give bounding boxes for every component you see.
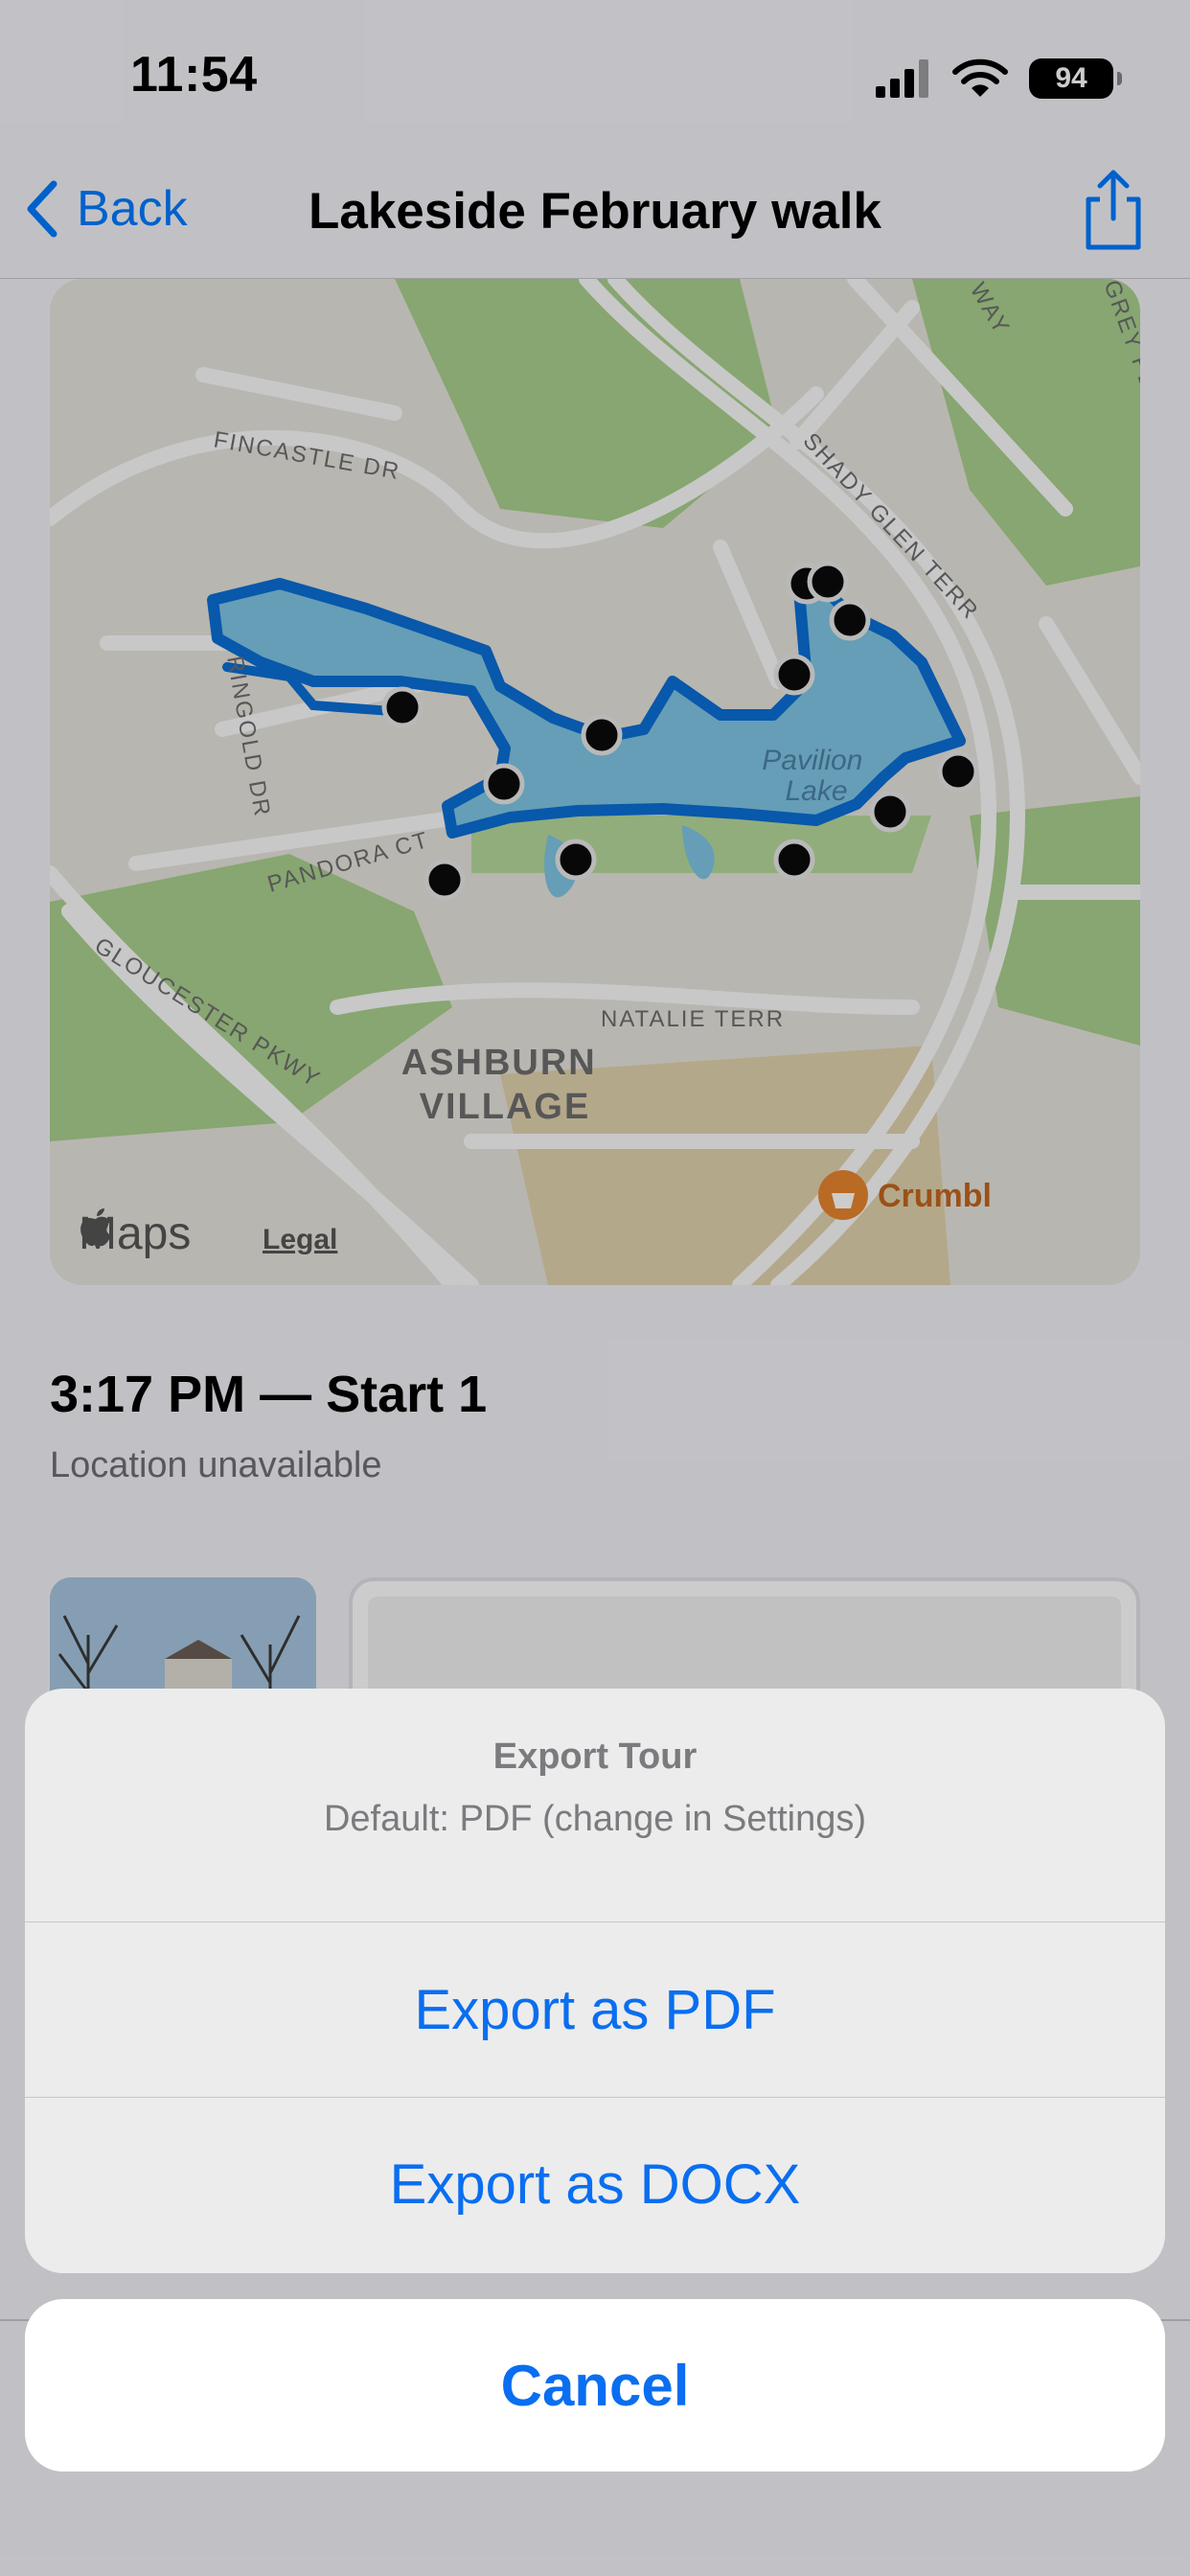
action-sheet-header: Export Tour Default: PDF (change in Sett… [25, 1689, 1165, 1922]
export-docx-button[interactable]: Export as DOCX [25, 2097, 1165, 2271]
export-pdf-button[interactable]: Export as PDF [25, 1922, 1165, 2097]
action-sheet-title: Export Tour [492, 1736, 698, 1777]
export-action-sheet: Export Tour Default: PDF (change in Sett… [25, 1689, 1165, 2273]
cancel-button[interactable]: Cancel [25, 2299, 1165, 2472]
action-sheet-subtitle: Default: PDF (change in Settings) [323, 1799, 867, 1839]
tour-detail-screen: 11:54 94 Back Lakeside February walk FIN… [0, 0, 1190, 2576]
